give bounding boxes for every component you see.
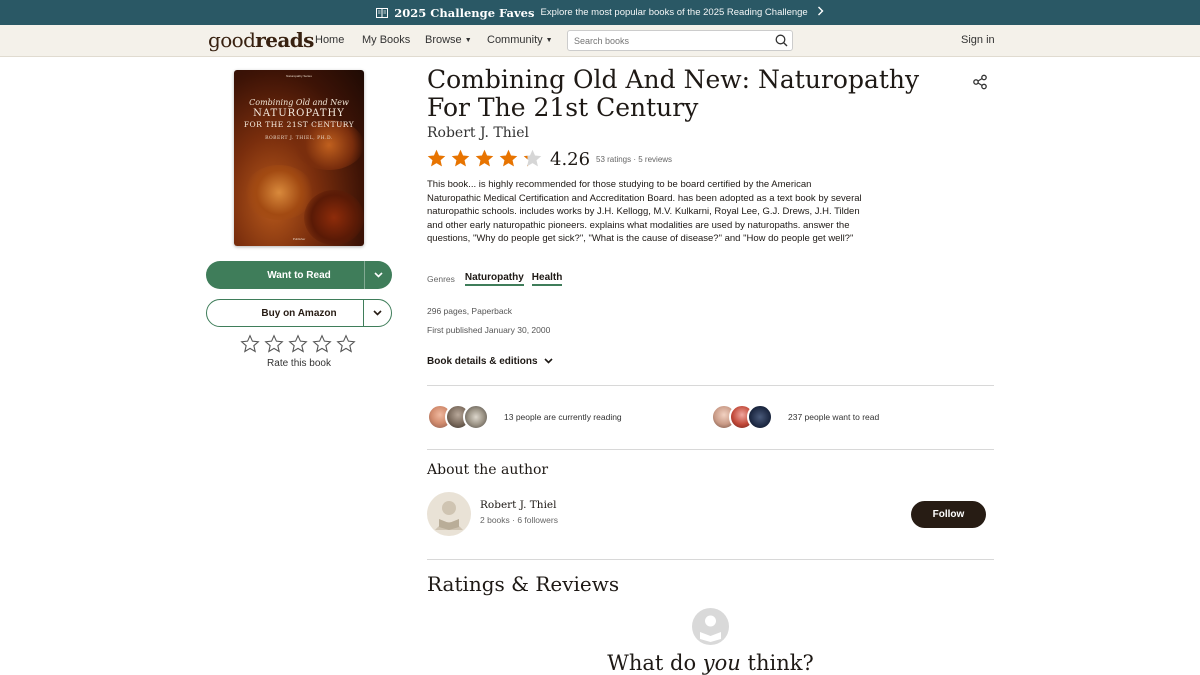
rating-counts: 53 ratings · 5 reviews bbox=[596, 155, 673, 164]
chevron-down-icon bbox=[374, 270, 383, 281]
genres-label: Genres bbox=[427, 274, 455, 284]
empty-star-icon[interactable] bbox=[336, 334, 356, 354]
empty-star-icon[interactable] bbox=[264, 334, 284, 354]
caret-down-icon: ▼ bbox=[464, 37, 472, 44]
think-text-post: think? bbox=[740, 651, 814, 675]
currently-reading-text[interactable]: 13 people are currently reading bbox=[504, 412, 622, 422]
publication-date: First published January 30, 2000 bbox=[427, 325, 551, 335]
author-avatar[interactable] bbox=[427, 492, 471, 536]
reader-icon bbox=[692, 608, 729, 645]
genre-link[interactable]: Health bbox=[531, 272, 563, 286]
nav-browse[interactable]: Browse ▼ bbox=[425, 34, 472, 46]
nav-community[interactable]: Community ▼ bbox=[487, 34, 553, 46]
author-followers-count: 6 followers bbox=[517, 515, 558, 525]
search-input[interactable] bbox=[568, 31, 768, 51]
nav-home[interactable]: Home bbox=[315, 34, 344, 46]
site-header: goodreads Home My Books Browse ▼ Communit… bbox=[0, 25, 1200, 57]
avatar bbox=[747, 404, 773, 430]
cover-subtitle: Combining Old and New bbox=[249, 98, 349, 107]
cover-title: NATUROPATHY bbox=[253, 108, 345, 119]
what-do-you-think-heading: What do you think? bbox=[427, 651, 994, 675]
genre-link[interactable]: Naturopathy bbox=[464, 272, 524, 286]
chevron-down-icon bbox=[544, 356, 553, 367]
ratings-count-link[interactable]: 53 ratings bbox=[596, 155, 631, 164]
author-stats: 2 books · 6 followers bbox=[480, 515, 558, 525]
logo-part-good: good bbox=[208, 28, 256, 52]
book-cover[interactable]: Naturopathy Series Combining Old and New… bbox=[234, 70, 364, 246]
divider bbox=[427, 449, 994, 450]
empty-star-icon[interactable] bbox=[288, 334, 308, 354]
buy-dropdown-button[interactable] bbox=[363, 300, 391, 326]
goodreads-logo[interactable]: goodreads bbox=[208, 28, 314, 52]
follow-button[interactable]: Follow bbox=[911, 501, 986, 528]
promo-title: 2025 Challenge Faves bbox=[394, 5, 535, 20]
page-count: 296 pages, Paperback bbox=[427, 306, 513, 316]
currently-reading-avatars[interactable] bbox=[427, 404, 489, 430]
rate-this-book-label: Rate this book bbox=[267, 358, 331, 369]
nav-my-books[interactable]: My Books bbox=[362, 34, 410, 46]
cover-publisher: Publisher bbox=[292, 237, 306, 241]
buy-on-amazon-button[interactable]: Buy on Amazon bbox=[206, 299, 392, 327]
author-name-link[interactable]: Robert J. Thiel bbox=[480, 499, 557, 511]
average-rating: 4.26 bbox=[550, 149, 591, 170]
author-books-count: 2 books bbox=[480, 515, 510, 525]
caret-down-icon: ▼ bbox=[545, 37, 553, 44]
buy-on-amazon-label[interactable]: Buy on Amazon bbox=[207, 300, 363, 326]
nav-browse-label: Browse bbox=[425, 34, 462, 46]
average-rating-stars bbox=[426, 148, 543, 169]
rating-star-icon bbox=[450, 148, 471, 169]
think-text-emphasis: you bbox=[702, 651, 741, 675]
promo-banner[interactable]: 2025 Challenge Faves Explore the most po… bbox=[0, 0, 1200, 25]
rating-star-icon bbox=[498, 148, 519, 169]
search-icon[interactable] bbox=[775, 34, 788, 47]
empty-star-icon[interactable] bbox=[240, 334, 260, 354]
rate-stars bbox=[240, 334, 356, 354]
divider bbox=[427, 559, 994, 560]
book-description: This book... is highly recommended for t… bbox=[427, 179, 862, 245]
genres-list: Genres Naturopathy Health bbox=[427, 272, 563, 286]
search-box bbox=[567, 30, 793, 51]
chevron-right-icon bbox=[817, 6, 824, 19]
book-details-label: Book details & editions bbox=[427, 356, 538, 367]
nav-community-label: Community bbox=[487, 34, 543, 46]
want-to-read-label[interactable]: Want to Read bbox=[206, 261, 364, 289]
rating-star-icon bbox=[474, 148, 495, 169]
about-author-heading: About the author bbox=[427, 462, 549, 478]
want-to-read-button[interactable]: Want to Read bbox=[206, 261, 392, 289]
logo-part-reads: reads bbox=[255, 28, 314, 52]
reviews-count-link[interactable]: 5 reviews bbox=[638, 155, 672, 164]
avatar bbox=[463, 404, 489, 430]
rating-star-icon bbox=[522, 148, 543, 169]
promo-text: Explore the most popular books of the 20… bbox=[540, 7, 808, 18]
open-book-icon bbox=[376, 7, 389, 18]
book-author-link[interactable]: Robert J. Thiel bbox=[427, 125, 529, 141]
ratings-reviews-heading: Ratings & Reviews bbox=[427, 572, 620, 596]
book-title: Combining Old And New: Naturopathy For T… bbox=[427, 65, 920, 122]
empty-star-icon[interactable] bbox=[312, 334, 332, 354]
rating-star-icon bbox=[426, 148, 447, 169]
cover-series-text: Naturopathy Series bbox=[286, 74, 312, 78]
share-icon[interactable] bbox=[972, 74, 988, 90]
book-details-toggle[interactable]: Book details & editions bbox=[427, 356, 553, 367]
shelf-dropdown-button[interactable] bbox=[364, 261, 392, 289]
cover-title-line2: FOR THE 21ST CENTURY bbox=[243, 120, 355, 129]
want-to-read-text[interactable]: 237 people want to read bbox=[788, 412, 879, 422]
want-to-read-avatars[interactable] bbox=[711, 404, 773, 430]
think-text-pre: What do bbox=[607, 651, 703, 675]
chevron-down-icon bbox=[373, 308, 382, 319]
divider bbox=[427, 385, 994, 386]
cover-author: ROBERT J. THIEL, PH.D. bbox=[265, 136, 333, 141]
sign-in-link[interactable]: Sign in bbox=[961, 34, 995, 46]
